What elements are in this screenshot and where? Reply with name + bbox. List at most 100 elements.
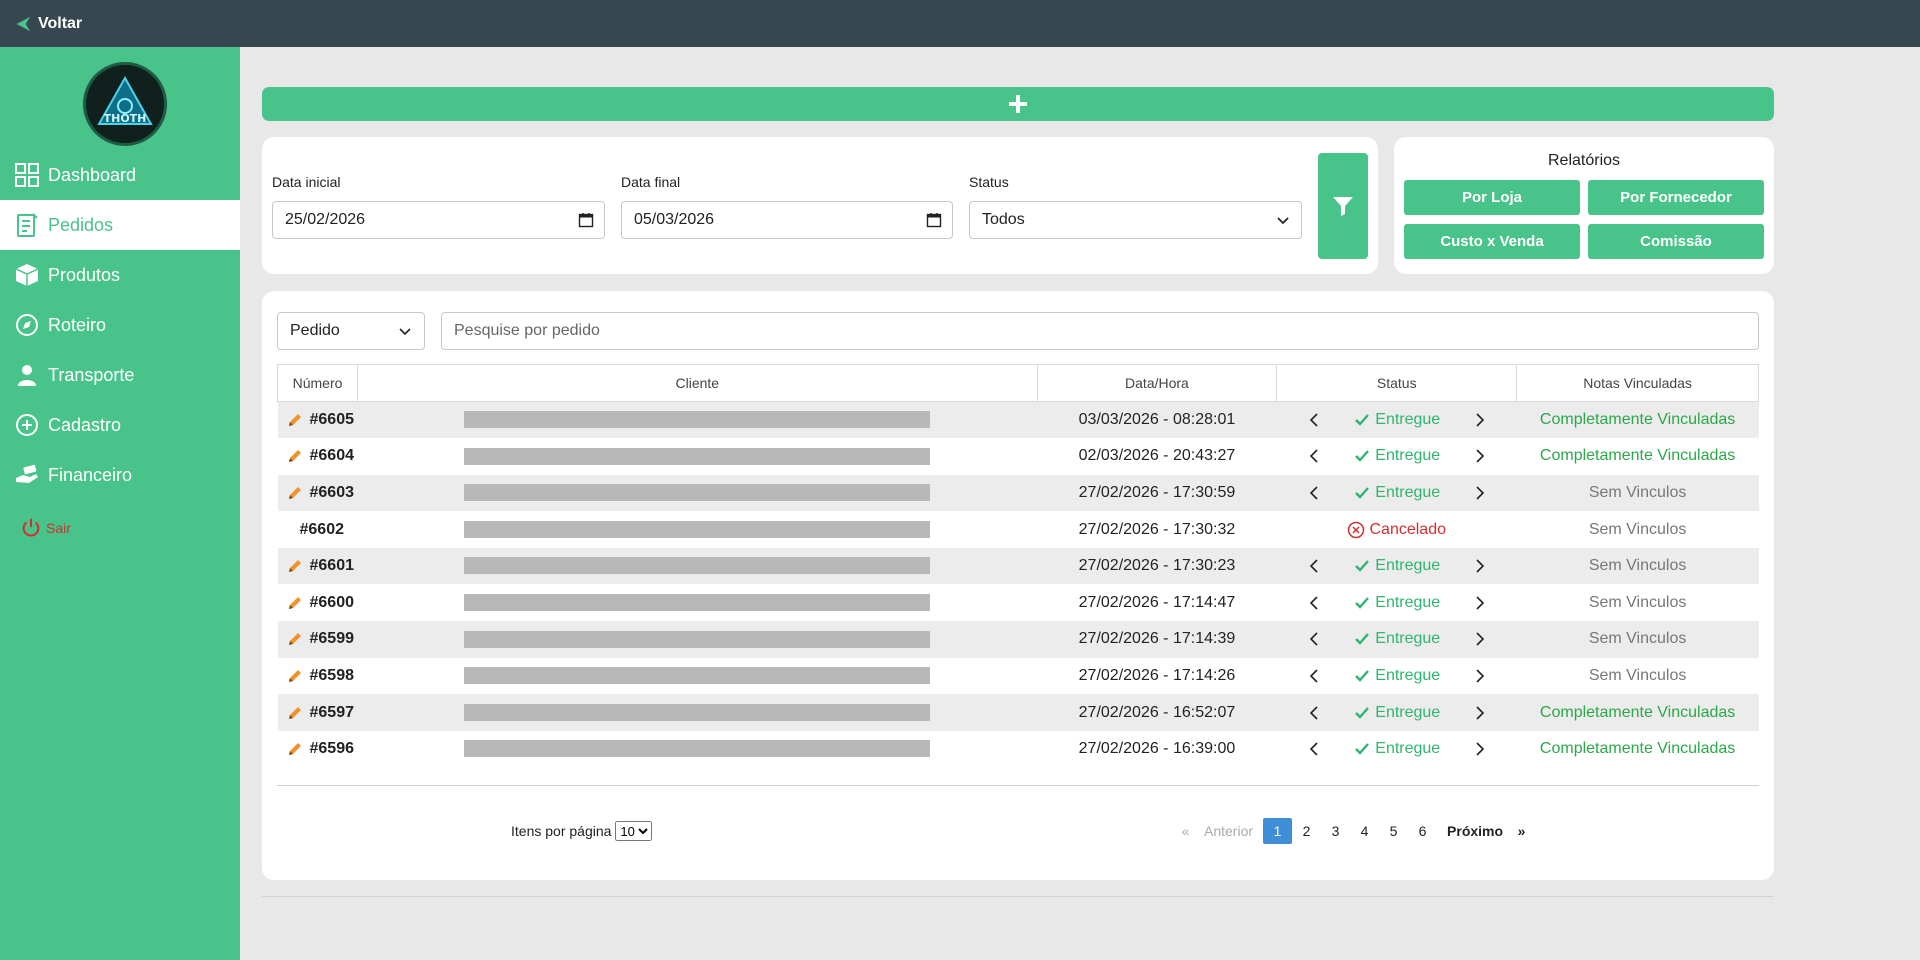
table-row[interactable]: #6602 27/02/2026 - 17:30:32 Cancelado Sem V… xyxy=(278,511,1759,548)
reports-title: Relatórios xyxy=(1547,152,1621,169)
chevron-left-icon[interactable] xyxy=(1307,631,1323,647)
start-date-input[interactable]: 25/02/2026 xyxy=(272,201,605,239)
chevron-left-icon[interactable] xyxy=(1307,412,1323,428)
chevron-left-icon[interactable] xyxy=(1307,485,1323,501)
chevron-left-icon[interactable] xyxy=(1307,595,1323,611)
per-page-select[interactable]: 10 xyxy=(615,821,653,841)
chevron-left-icon[interactable] xyxy=(1307,558,1323,574)
edit-pencil-icon[interactable] xyxy=(286,740,304,758)
sidebar-item-transporte[interactable]: Transporte xyxy=(0,350,240,400)
page-6-button[interactable]: 6 xyxy=(1408,818,1437,844)
sidebar-item-financeiro[interactable]: Financeiro xyxy=(0,450,240,500)
table-divider xyxy=(277,785,1759,786)
apply-filter-button[interactable] xyxy=(1318,153,1368,259)
table-row[interactable]: #6599 27/02/2026 - 17:14:39 Entregue Sem Vi… xyxy=(277,621,1759,658)
chevron-right-icon[interactable] xyxy=(1471,412,1487,428)
cell-notes: Completamente Vinculadas xyxy=(1516,694,1759,731)
table-row[interactable]: #6598 27/02/2026 - 17:14:26 Entregue Sem Vi… xyxy=(278,658,1759,695)
sidebar-item-roteiro[interactable]: Roteiro xyxy=(0,300,240,350)
search-type-select[interactable]: Pedido xyxy=(277,312,425,350)
report-by-supplier-button[interactable]: Por Fornecedor xyxy=(1588,180,1764,215)
table-row[interactable]: #6601 27/02/2026 - 17:30:23 Entregue Sem Vi… xyxy=(277,547,1759,585)
chevron-right-icon[interactable] xyxy=(1471,448,1487,464)
header-notes[interactable]: Notas Vinculadas xyxy=(1516,364,1759,402)
table-row[interactable]: #6603 27/02/2026 - 17:30:59 Entregue Sem Vi… xyxy=(277,474,1759,512)
edit-pencil-icon[interactable] xyxy=(286,667,304,685)
sidebar-item-dashboard[interactable]: Dashboard xyxy=(0,150,240,200)
cell-client xyxy=(357,658,1037,695)
page-1-button[interactable]: 1 xyxy=(1263,818,1293,844)
back-button[interactable]: Voltar xyxy=(14,15,82,33)
edit-pencil-icon[interactable] xyxy=(286,630,304,648)
table-row[interactable]: #6605 03/03/2026 - 08:28:01 Entregue Comple… xyxy=(277,401,1759,439)
status-select[interactable]: Todos xyxy=(969,201,1302,239)
header-status[interactable]: Status xyxy=(1276,364,1518,402)
order-number[interactable]: #6602 xyxy=(300,521,345,539)
page-4-button[interactable]: 4 xyxy=(1350,818,1379,844)
sidebar-item-pedidos[interactable]: Pedidos xyxy=(0,200,240,250)
table-row[interactable]: #6604 02/03/2026 - 20:43:27 Entregue Comple… xyxy=(278,438,1759,475)
add-order-button[interactable] xyxy=(262,87,1774,121)
edit-pencil-icon[interactable] xyxy=(286,447,304,465)
page-2-button[interactable]: 2 xyxy=(1292,818,1321,844)
chevron-right-icon[interactable] xyxy=(1471,668,1487,684)
order-number[interactable]: #6596 xyxy=(310,740,355,758)
calendar-icon[interactable] xyxy=(578,212,594,228)
report-by-store-button[interactable]: Por Loja xyxy=(1404,180,1580,215)
end-date-input[interactable]: 05/03/2026 xyxy=(621,201,953,239)
header-datetime[interactable]: Data/Hora xyxy=(1036,364,1278,402)
chevron-left-icon[interactable] xyxy=(1307,705,1323,721)
chevron-right-icon[interactable] xyxy=(1471,485,1487,501)
orders-panel: Pedido Número Cliente Data/Hora Status N… xyxy=(262,291,1774,880)
status-text: Entregue xyxy=(1375,630,1441,648)
chevron-left-icon[interactable] xyxy=(1307,741,1323,757)
edit-pencil-icon[interactable] xyxy=(286,411,304,429)
report-cost-sale-button[interactable]: Custo x Venda xyxy=(1404,224,1580,259)
search-input[interactable] xyxy=(441,312,1759,350)
order-number[interactable]: #6599 xyxy=(310,630,355,648)
order-number[interactable]: #6597 xyxy=(310,704,355,722)
page-5-button[interactable]: 5 xyxy=(1379,818,1408,844)
client-name-redacted xyxy=(464,484,931,502)
order-number[interactable]: #6603 xyxy=(310,484,355,502)
chevron-right-icon[interactable] xyxy=(1471,558,1487,574)
chevron-down-icon xyxy=(399,328,411,336)
calendar-icon[interactable] xyxy=(926,212,942,228)
edit-pencil-icon[interactable] xyxy=(286,594,304,612)
edit-pencil-icon[interactable] xyxy=(286,557,304,575)
table-row[interactable]: #6600 27/02/2026 - 17:14:47 Entregue Sem Vi… xyxy=(278,584,1759,621)
chevron-right-icon[interactable] xyxy=(1471,595,1487,611)
cell-client xyxy=(357,584,1037,621)
prev-page-button[interactable]: Anterior xyxy=(1200,818,1257,844)
chevron-right-icon[interactable] xyxy=(1471,705,1487,721)
edit-pencil-icon[interactable] xyxy=(286,484,304,502)
chevron-right-icon[interactable] xyxy=(1471,631,1487,647)
plus-icon xyxy=(1009,95,1027,113)
order-number[interactable]: #6598 xyxy=(310,667,355,685)
chevron-left-icon[interactable] xyxy=(1307,448,1323,464)
sidebar-item-produtos[interactable]: Produtos xyxy=(0,250,240,300)
cell-notes: Sem Vinculos xyxy=(1588,666,1687,684)
next-page-button[interactable]: Próximo xyxy=(1443,818,1507,844)
start-date-label: Data inicial xyxy=(272,174,341,190)
sidebar-item-cadastro[interactable]: Cadastro xyxy=(0,400,240,450)
table-row[interactable]: #6596 27/02/2026 - 16:39:00 Entregue Comple… xyxy=(278,731,1759,768)
order-number[interactable]: #6604 xyxy=(310,447,355,465)
chevron-right-icon[interactable] xyxy=(1471,741,1487,757)
table-row[interactable]: #6597 27/02/2026 - 16:52:07 Entregue Comple… xyxy=(277,694,1759,731)
cell-notes: Sem Vinculos xyxy=(1516,474,1759,512)
order-number[interactable]: #6600 xyxy=(310,594,355,612)
page-3-button[interactable]: 3 xyxy=(1321,818,1350,844)
header-client[interactable]: Cliente xyxy=(356,364,1038,402)
sidebar-item-label: Transporte xyxy=(48,364,135,385)
logout-button[interactable]: Sair xyxy=(20,517,71,539)
order-number[interactable]: #6605 xyxy=(310,411,355,429)
power-icon xyxy=(22,518,40,537)
next-arrow[interactable]: » xyxy=(1507,818,1536,844)
header-number[interactable]: Número xyxy=(277,364,358,402)
cell-client xyxy=(357,474,1038,512)
chevron-left-icon[interactable] xyxy=(1307,668,1323,684)
edit-pencil-icon[interactable] xyxy=(286,704,304,722)
order-number[interactable]: #6601 xyxy=(310,557,355,575)
report-commission-button[interactable]: Comissão xyxy=(1588,224,1764,259)
